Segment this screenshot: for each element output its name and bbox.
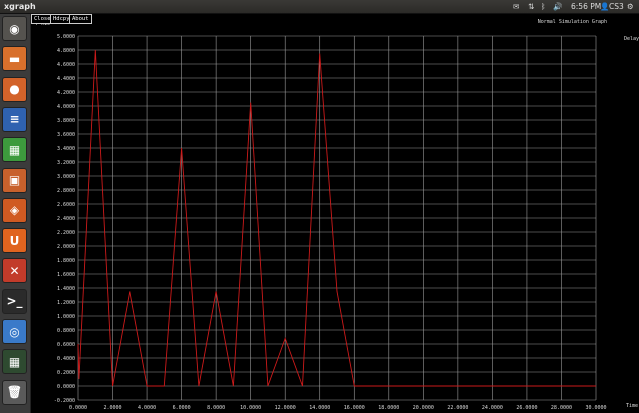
y-tick-label: 5.0000	[57, 34, 75, 40]
x-tick-label: 16.0000	[344, 405, 365, 411]
y-tick-label: 4.4000	[57, 76, 75, 82]
y-tick-label: 2.8000	[57, 188, 75, 194]
user-icon[interactable]: 👤	[600, 0, 609, 13]
y-tick-label: 1.2000	[57, 300, 75, 306]
x-tick-label: 0.0000	[69, 405, 87, 411]
network-icon[interactable]: ⇅	[528, 0, 534, 13]
about-button[interactable]: About	[69, 14, 92, 24]
x-tick-label: 20.0000	[413, 405, 434, 411]
y-axis-title: Delay	[624, 36, 639, 42]
x-tick-label: 6.0000	[173, 405, 191, 411]
y-tick-label: 1.8000	[57, 258, 75, 264]
firefox-icon[interactable]: ●	[2, 76, 27, 102]
graph-title: Normal Simulation Graph	[538, 19, 607, 25]
y-tick-label: 1.0000	[57, 314, 75, 320]
y-tick-label: 1.4000	[57, 286, 75, 292]
x-tick-label: 28.0000	[551, 405, 572, 411]
impress-icon[interactable]: ▣	[2, 167, 27, 193]
y-tick-label: 3.2000	[57, 160, 75, 166]
y-tick-label: 3.0000	[57, 174, 75, 180]
workspace-switcher-icon[interactable]: ▦	[2, 349, 27, 375]
volume-icon[interactable]: 🔊	[553, 0, 562, 13]
x-axis-title: Time	[626, 403, 638, 409]
user-name[interactable]: CS3	[609, 0, 624, 13]
chromium-icon[interactable]: ◎	[2, 319, 27, 344]
x-tick-label: 2.0000	[104, 405, 122, 411]
x-tick-label: 10.0000	[240, 405, 261, 411]
x-tick-label: 12.0000	[275, 405, 296, 411]
x-tick-label: 4.0000	[138, 405, 156, 411]
y-tick-label: 2.2000	[57, 230, 75, 236]
y-tick-label: 0.8000	[57, 328, 75, 334]
y-tick-label: 2.4000	[57, 216, 75, 222]
terminal-icon[interactable]: >_	[2, 288, 27, 314]
y-tick-label: 1.6000	[57, 272, 75, 278]
mail-icon[interactable]: ✉	[513, 0, 519, 13]
x-tick-label: 18.0000	[378, 405, 399, 411]
x-tick-label: 26.0000	[516, 405, 537, 411]
y-tick-label: 4.0000	[57, 104, 75, 110]
x-tick-label: 8.0000	[207, 405, 225, 411]
plot-area: 0.0000 2.0000 4.0000 6.0000 8.0000 10.0000 12.…	[35, 19, 639, 411]
y-tick-label: 4.8000	[57, 48, 75, 54]
graph-window: 0.0000 2.0000 4.0000 6.0000 8.0000 10.0000 12.…	[31, 14, 639, 413]
x-tick-label: 22.0000	[447, 405, 468, 411]
system-settings-icon[interactable]: ✕	[2, 258, 27, 284]
bluetooth-icon[interactable]: ᛒ	[541, 0, 546, 13]
y-tick-label: 3.8000	[57, 118, 75, 124]
y-tick-label: 4.6000	[57, 62, 75, 68]
software-center-icon[interactable]: ◈	[2, 197, 27, 223]
y-tick-label: 2.6000	[57, 202, 75, 208]
y-tick-label: 0.4000	[57, 356, 75, 362]
ubuntu-one-icon[interactable]: U	[2, 228, 27, 254]
settings-gear-icon[interactable]: ⚙	[627, 0, 634, 13]
y-tick-label: -0.2000	[54, 398, 75, 404]
y-tick-label: 3.6000	[57, 132, 75, 138]
y-tick-label: 3.4000	[57, 146, 75, 152]
y-tick-label: 0.6000	[57, 342, 75, 348]
y-tick-label: 4.2000	[57, 90, 75, 96]
ubuntu-dash-icon[interactable]: ◉	[2, 16, 27, 41]
x-tick-label: 24.0000	[482, 405, 503, 411]
clock[interactable]: 6:56 PM	[571, 0, 601, 13]
y-tick-label: 2.0000	[57, 244, 75, 250]
x-tick-label: 30.0000	[585, 405, 606, 411]
top-panel: xgraph ✉ ⇅ ᛒ 🔊 6:56 PM 👤 CS3 ⚙	[0, 0, 639, 14]
launcher-sidebar: ◉ ▬ ● ≡ ▦ ▣ ◈ U ✕ >_ ◎ ▦ 🗑	[0, 14, 31, 413]
y-tick-label: 0.2000	[57, 370, 75, 376]
y-tick-label: 0.0000	[57, 384, 75, 390]
window-title: xgraph	[4, 2, 36, 11]
trash-icon[interactable]: 🗑	[2, 379, 27, 405]
calc-icon[interactable]: ▦	[2, 137, 27, 163]
writer-icon[interactable]: ≡	[2, 106, 27, 132]
x-tick-label: 14.0000	[309, 405, 330, 411]
files-icon[interactable]: ▬	[2, 46, 27, 72]
